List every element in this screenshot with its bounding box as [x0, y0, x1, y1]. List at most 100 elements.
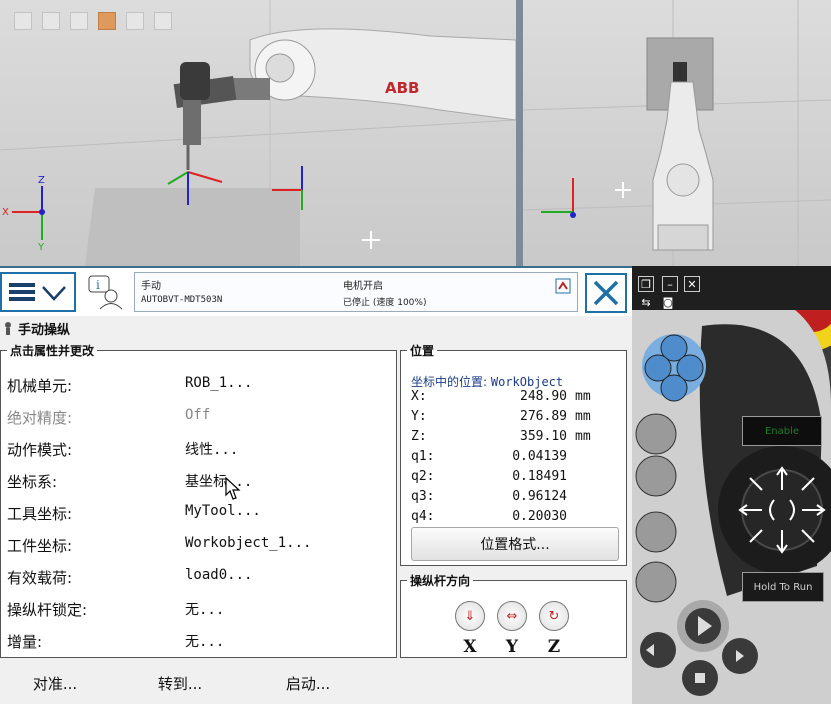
camera-icon[interactable]: ◙ — [660, 294, 676, 310]
joystick-axis-x: ⇓ X — [453, 601, 487, 657]
goto-button[interactable]: 转到... — [125, 668, 235, 698]
prop-label: 工具坐标: — [7, 505, 73, 523]
position-subtitle-prefix: 坐标中的位置: — [411, 375, 488, 389]
swap-icon[interactable]: ⇆ — [638, 294, 654, 310]
status-state: 已停止 (速度 100%) — [343, 298, 427, 308]
svg-text:X: X — [2, 207, 9, 218]
close-icon[interactable]: ✕ — [684, 276, 700, 292]
prop-value: 无... — [185, 634, 225, 650]
prop-label: 操纵杆锁定: — [7, 601, 88, 619]
axis-label: X — [463, 637, 477, 657]
pos-value: 0.20030 — [512, 509, 567, 524]
event-log-button[interactable]: i — [84, 272, 128, 312]
main-menu-button[interactable] — [0, 272, 76, 312]
pos-value: 248.90 — [520, 389, 567, 404]
viewport-left[interactable]: Z X Y ABB — [0, 0, 516, 266]
header-bar: i 手动 AUTOBVT-MDT503N 电机开启 已停止 (速度 100%) — [0, 268, 632, 316]
close-button[interactable] — [585, 273, 627, 313]
prop-label: 机械单元: — [7, 377, 73, 395]
pos-key: q3: — [411, 489, 435, 504]
prop-joystick-lock[interactable]: 操纵杆锁定: 无... — [7, 599, 387, 623]
joystick-direction-group: 操纵杆方向 ⇓ X ⇔ Y ↻ Z — [400, 572, 627, 658]
axis-label: Y — [505, 637, 519, 657]
prop-label: 坐标系: — [7, 473, 58, 491]
prop-label: 动作模式: — [7, 441, 73, 459]
prop-label: 增量: — [7, 633, 43, 651]
prop-coordinate-system[interactable]: 坐标系: 基坐标... — [7, 471, 387, 495]
prop-label: 有效载荷: — [7, 569, 73, 587]
mouse-cursor-icon — [225, 477, 241, 500]
prop-motion-mode[interactable]: 动作模式: 线性... — [7, 439, 387, 463]
prop-mechanical-unit[interactable]: 机械单元: ROB_1... — [7, 375, 387, 399]
prop-label: 工件坐标: — [7, 537, 73, 555]
prop-value: Workobject_1... — [185, 535, 312, 551]
pos-key: q4: — [411, 509, 435, 524]
abb-logo: ABB — [385, 79, 419, 97]
status-bar[interactable]: 手动 AUTOBVT-MDT503N 电机开启 已停止 (速度 100%) — [134, 272, 578, 312]
pos-unit: mm — [575, 429, 591, 444]
position-row: q2: 0.18491 — [411, 469, 601, 489]
joystick[interactable] — [732, 460, 831, 560]
scene-right — [523, 0, 831, 266]
viewport-divider[interactable] — [516, 0, 523, 266]
prop-value: ROB_1... — [185, 375, 253, 391]
viewport-right[interactable] — [523, 0, 831, 266]
command-bar: 对准... 转到... 启动... — [0, 662, 632, 704]
rotate-icon: ↻ — [539, 601, 569, 631]
svg-text:i: i — [96, 278, 100, 292]
activate-button[interactable]: 启动... — [253, 668, 363, 698]
prop-absolute-accuracy: 绝对精度: Off — [7, 407, 387, 431]
info-user-icon: i — [88, 275, 123, 310]
arrow-down-icon: ⇓ — [455, 601, 485, 631]
position-subtitle-frame: WorkObject — [490, 375, 564, 389]
axis-label: Z — [547, 637, 561, 657]
align-button[interactable]: 对准... — [0, 668, 110, 698]
position-row: q1: 0.04139 — [411, 449, 601, 469]
flexpendant-hardware: ❐ – ✕ ⇆ ◙ Enable Hold To Run — [632, 266, 831, 704]
prop-increment[interactable]: 增量: 无... — [7, 631, 387, 655]
hold-to-run-button[interactable]: Hold To Run — [742, 572, 824, 602]
pos-value: 0.96124 — [512, 489, 567, 504]
joystick-axis-y: ⇔ Y — [495, 601, 529, 657]
svg-text:Z: Z — [38, 175, 45, 186]
pos-unit: mm — [575, 389, 591, 404]
minimize-icon[interactable]: – — [662, 276, 678, 292]
close-icon — [593, 280, 619, 306]
prop-value: Off — [185, 407, 211, 423]
page-title: 手动操纵 — [2, 318, 70, 338]
page-title-text: 手动操纵 — [18, 322, 71, 338]
status-mode: 手动 — [141, 281, 161, 292]
pos-unit — [567, 489, 597, 509]
pendant-window-controls: ❐ – ✕ ⇆ ◙ — [632, 266, 831, 310]
pos-key: Y: — [411, 409, 427, 424]
pos-value: 0.04139 — [512, 449, 567, 464]
pos-unit — [567, 509, 597, 529]
properties-group: 点击属性并更改 机械单元: ROB_1... 绝对精度: Off 动作模式: 线… — [0, 342, 397, 658]
pos-value: 0.18491 — [512, 469, 567, 484]
chevron-down-icon — [42, 286, 66, 301]
pos-value: 359.10 — [520, 429, 567, 444]
position-row: Z: 359.10 mm — [411, 429, 601, 449]
pos-key: q1: — [411, 449, 435, 464]
prop-workobject[interactable]: 工件坐标: Workobject_1... — [7, 535, 387, 559]
hamburger-menu-icon — [9, 283, 35, 301]
joystick-legend: 操纵杆方向 — [410, 574, 471, 588]
enable-button[interactable]: Enable — [742, 416, 822, 446]
robotstudio-window: Z X Y ABB i 手动 AUTOBVT-MDT503N 电机开启 已停止 … — [0, 0, 831, 704]
position-format-button[interactable]: 位置格式... — [411, 527, 619, 561]
joystick-axis-z: ↻ Z — [537, 601, 571, 657]
prop-payload[interactable]: 有效载荷: load0... — [7, 567, 387, 591]
restore-icon[interactable]: ❐ — [638, 276, 654, 292]
pos-key: Z: — [411, 429, 427, 444]
scene-left: Z X Y ABB — [0, 0, 516, 266]
position-row: q3: 0.96124 — [411, 489, 601, 509]
position-legend: 位置 — [410, 344, 435, 358]
flexpendant-screen: i 手动 AUTOBVT-MDT503N 电机开启 已停止 (速度 100%) — [0, 266, 632, 704]
quickset-icon — [555, 278, 571, 294]
status-motors: 电机开启 — [343, 281, 383, 292]
work-table — [85, 188, 300, 266]
svg-text:Y: Y — [37, 242, 45, 253]
jog-icon — [5, 322, 11, 335]
prop-tool[interactable]: 工具坐标: MyTool... — [7, 503, 387, 527]
arrow-right-icon: ⇔ — [497, 601, 527, 631]
